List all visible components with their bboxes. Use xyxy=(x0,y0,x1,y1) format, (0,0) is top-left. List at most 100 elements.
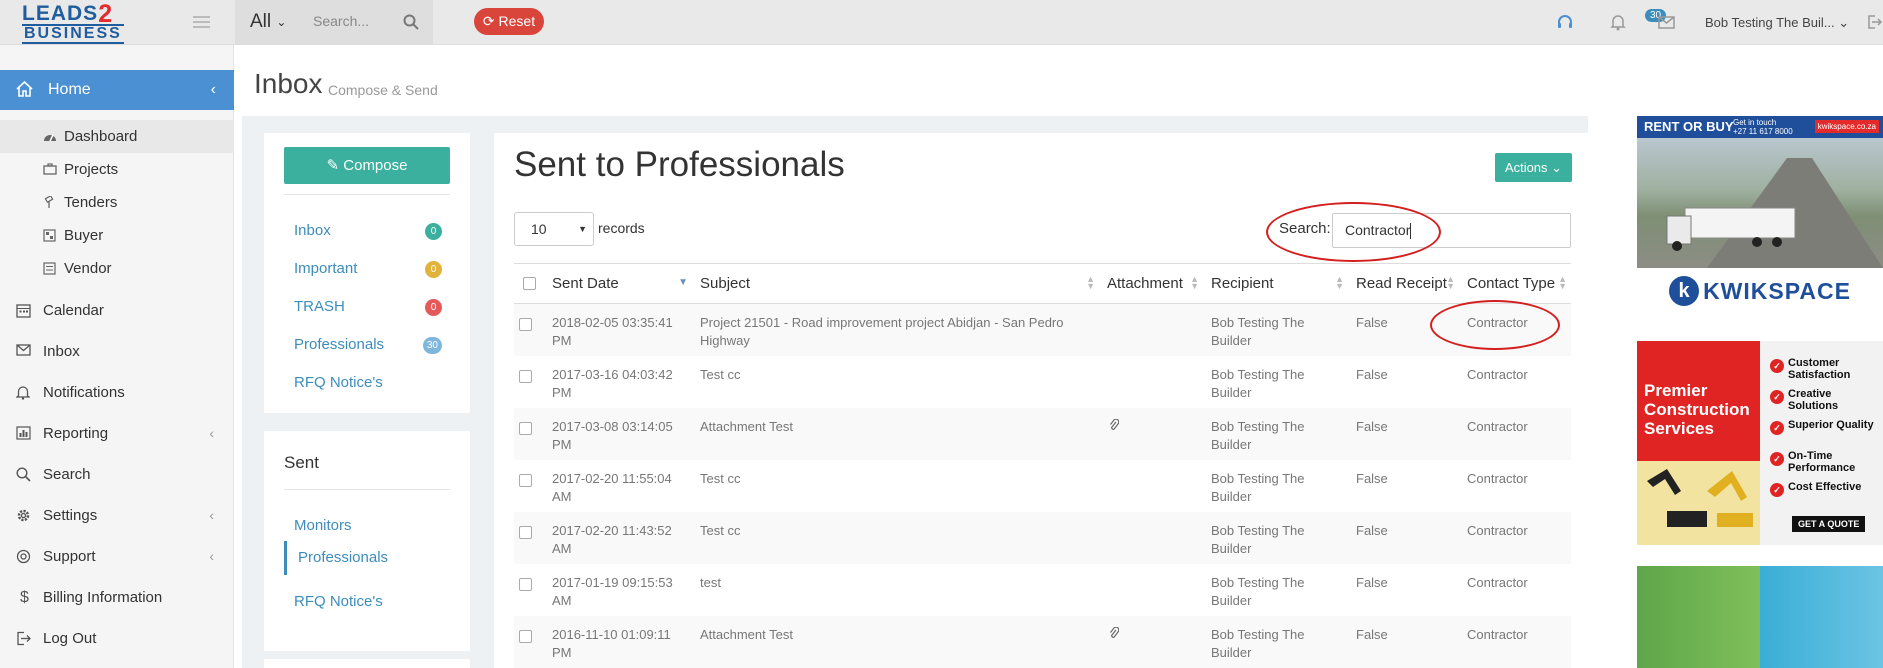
select-all-checkbox[interactable] xyxy=(514,263,544,304)
cell-contact-type: Contractor xyxy=(1467,574,1528,590)
ad-feature: ✓ Creative Solutions xyxy=(1770,388,1883,412)
sidebar-item-vendor[interactable]: Vendor xyxy=(0,252,234,285)
cell-recipient: Bob Testing The Builder xyxy=(1203,303,1348,356)
table-row[interactable]: 2018-02-05 03:35:41 PM Project 21501 - Ro… xyxy=(514,303,1571,356)
sidebar-item-buyer[interactable]: Buyer xyxy=(0,219,234,252)
sort-desc-icon: ▼ xyxy=(678,277,688,288)
table-row[interactable]: 2017-03-08 03:14:05 PM Attachment Test Bob… xyxy=(514,407,1571,460)
annotation-circle-contact-type xyxy=(1430,300,1560,350)
grid-icon xyxy=(43,229,56,242)
row-checkbox[interactable] xyxy=(514,564,544,616)
sent-messages-panel: Sent to Professionals Actions ⌄ 10 ▼ reco… xyxy=(494,133,1591,668)
bell-icon[interactable] xyxy=(1610,14,1626,31)
search-icon[interactable] xyxy=(403,14,419,30)
sidebar-item-search[interactable]: Search xyxy=(0,454,234,495)
global-search-input[interactable]: Search... xyxy=(313,13,369,29)
table-row[interactable]: 2016-11-10 01:09:11 PM Attachment Test Bob… xyxy=(514,615,1571,668)
logout-icon[interactable] xyxy=(1866,14,1882,30)
folder-count-badge: 0 xyxy=(425,299,442,316)
cell-read-receipt: False xyxy=(1356,470,1388,486)
compose-button[interactable]: ✎ Compose xyxy=(284,147,450,184)
row-checkbox[interactable] xyxy=(514,615,544,668)
cell-subject: Test cc xyxy=(692,511,1099,564)
sent-professionals-link[interactable]: Professionals xyxy=(284,541,388,575)
leads2business-logo[interactable]: LEADS2 BUSINESS xyxy=(22,0,134,44)
user-menu[interactable]: Bob Testing The Buil... ⌄ xyxy=(1705,15,1849,31)
records-per-page-select[interactable]: 10 ▼ xyxy=(514,212,594,246)
cell-contact-type: Contractor xyxy=(1459,511,1571,564)
sent-monitors-link[interactable]: Monitors xyxy=(294,517,352,534)
sidebar-item-support[interactable]: Support ‹ xyxy=(0,536,234,577)
folder-professionals[interactable]: Professionals 30 xyxy=(294,336,454,354)
calendar-icon xyxy=(16,304,31,318)
row-checkbox[interactable] xyxy=(514,303,544,356)
dashboard-icon xyxy=(44,134,56,142)
actions-dropdown-button[interactable]: Actions ⌄ xyxy=(1495,153,1572,182)
ad-brand: KWIKSPACE xyxy=(1703,277,1851,304)
column-header-attachment[interactable]: Attachment ▲ ▼ xyxy=(1099,263,1203,304)
cell-sent-date: 2018-02-05 03:35:41 PM xyxy=(544,303,692,356)
table-row[interactable]: 2017-02-20 11:55:04 AM Test cc Bob Testing… xyxy=(514,460,1571,512)
row-checkbox[interactable] xyxy=(514,407,544,460)
folder-important[interactable]: Important 0 xyxy=(294,260,454,278)
cell-sent-date: 2017-01-19 09:15:53 AM xyxy=(552,574,673,608)
table-row[interactable]: 2017-02-20 11:43:52 AM Test cc Bob Testing… xyxy=(514,511,1571,564)
column-header-recipient[interactable]: Recipient ▲ ▼ xyxy=(1203,263,1348,304)
sidebar-item-label: Buyer xyxy=(64,227,104,244)
sidebar-item-label: Support xyxy=(43,548,96,565)
dollar-icon: $ xyxy=(20,589,29,606)
sidebar-item-notifications[interactable]: Notifications xyxy=(0,372,234,413)
reset-button[interactable]: ⟳ Reset xyxy=(474,8,544,35)
row-checkbox[interactable] xyxy=(514,356,544,408)
cell-contact-type: Contractor xyxy=(1467,470,1528,486)
sidebar-item-label: Vendor xyxy=(64,260,112,277)
sidebar-item-logout[interactable]: Log Out xyxy=(0,618,234,659)
cell-contact-type: Contractor xyxy=(1459,615,1571,668)
headset-icon[interactable] xyxy=(1557,14,1573,30)
get-a-quote-button[interactable]: GET A QUOTE xyxy=(1792,516,1866,532)
sidebar-item-settings[interactable]: Settings ‹ xyxy=(0,495,234,536)
bar-chart-icon xyxy=(16,426,31,440)
mail-icon[interactable] xyxy=(1658,16,1675,29)
column-header-read-receipt[interactable]: Read Receipt ▲ ▼ xyxy=(1348,263,1459,304)
sidebar-item-dashboard[interactable]: Dashboard xyxy=(0,120,234,153)
search-scope-select[interactable]: All ⌄ xyxy=(250,11,286,33)
paperclip-icon xyxy=(1110,626,1119,638)
logo-two: 2 xyxy=(98,0,114,28)
cell-subject: Test cc xyxy=(700,366,741,382)
kwikspace-ad[interactable]: RENT OR BUY Get in touch +27 11 617 8000 … xyxy=(1637,116,1883,313)
folder-inbox[interactable]: Inbox 0 xyxy=(294,222,454,240)
column-header-sent-date[interactable]: Sent Date ▼ xyxy=(544,263,692,304)
column-header-contact-type[interactable]: Contact Type ▲ ▼ xyxy=(1459,263,1571,304)
sidebar-item-calendar[interactable]: Calendar xyxy=(0,290,234,331)
folder-rfq-notices[interactable]: RFQ Notice's xyxy=(294,374,454,391)
ad-feature: ✓ Superior Quality xyxy=(1770,419,1874,435)
row-checkbox[interactable] xyxy=(514,511,544,564)
table-row[interactable]: 2017-01-19 09:15:53 AM test Bob Testing Th… xyxy=(514,564,1571,616)
column-header-subject[interactable]: Subject ▲ ▼ xyxy=(692,263,1099,304)
row-checkbox[interactable] xyxy=(514,460,544,512)
tanks-ad[interactable] xyxy=(1637,566,1883,668)
sidebar-item-billing[interactable]: $ Billing Information xyxy=(0,577,234,618)
sidebar-item-tenders[interactable]: Tenders xyxy=(0,186,234,219)
sidebar-item-label: Projects xyxy=(64,161,119,178)
cell-contact-type: Contractor xyxy=(1459,407,1571,460)
asatico-ad[interactable]: Premier Construction Services ✓ Customer … xyxy=(1637,341,1883,545)
ad-feature: ✓ On-Time Performance xyxy=(1770,450,1883,474)
sidebar-item-projects[interactable]: Projects xyxy=(0,153,234,186)
sent-rfq-notices-link[interactable]: RFQ Notice's xyxy=(294,593,383,610)
list-icon xyxy=(43,262,56,275)
sent-title: Sent xyxy=(284,453,319,472)
table-row[interactable]: 2017-03-16 04:03:42 PM Test cc Bob Testing… xyxy=(514,356,1571,408)
sidebar-item-label: Settings xyxy=(43,507,98,524)
bell-outline-icon xyxy=(16,386,30,400)
folder-trash[interactable]: TRASH 0 xyxy=(294,298,454,316)
sidebar-item-label: Notifications xyxy=(43,384,125,401)
sidebar-item-inbox[interactable]: Inbox xyxy=(0,331,234,372)
cell-recipient: Bob Testing The Builder xyxy=(1211,574,1305,608)
sidebar-item-home[interactable]: Home ‹ xyxy=(0,70,234,110)
menu-toggle-icon[interactable] xyxy=(193,16,210,28)
chevron-left-icon: ‹ xyxy=(209,507,214,523)
cell-sent-date: 2017-02-20 11:55:04 AM xyxy=(552,470,672,504)
sidebar-item-reporting[interactable]: Reporting ‹ xyxy=(0,413,234,454)
